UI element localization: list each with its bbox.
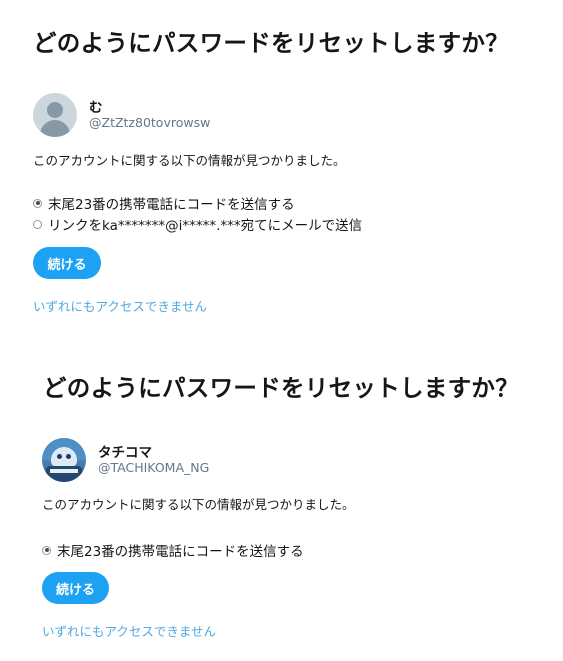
info-text: このアカウントに関する以下の情報が見つかりました。 <box>42 497 355 512</box>
no-access-link[interactable]: いずれにもアクセスできません <box>42 621 216 640</box>
reset-panel-2: どのようにパスワードをリセットしますか？ タチコマ @TACHIKOMA_NG … <box>0 0 563 661</box>
account-name: タチコマ <box>98 445 152 461</box>
tachikoma-avatar <box>51 447 77 467</box>
radio-selected-icon[interactable] <box>42 545 51 555</box>
avatar <box>42 438 86 482</box>
option-sms[interactable]: 末尾23番の携帯電話にコードを送信する <box>42 540 304 560</box>
account-handle: @TACHIKOMA_NG <box>98 460 210 475</box>
continue-button[interactable]: 続ける <box>42 572 109 604</box>
option-label: 末尾23番の携帯電話にコードを送信する <box>57 544 304 560</box>
page-title: どのようにパスワードをリセットしますか？ <box>43 374 519 402</box>
